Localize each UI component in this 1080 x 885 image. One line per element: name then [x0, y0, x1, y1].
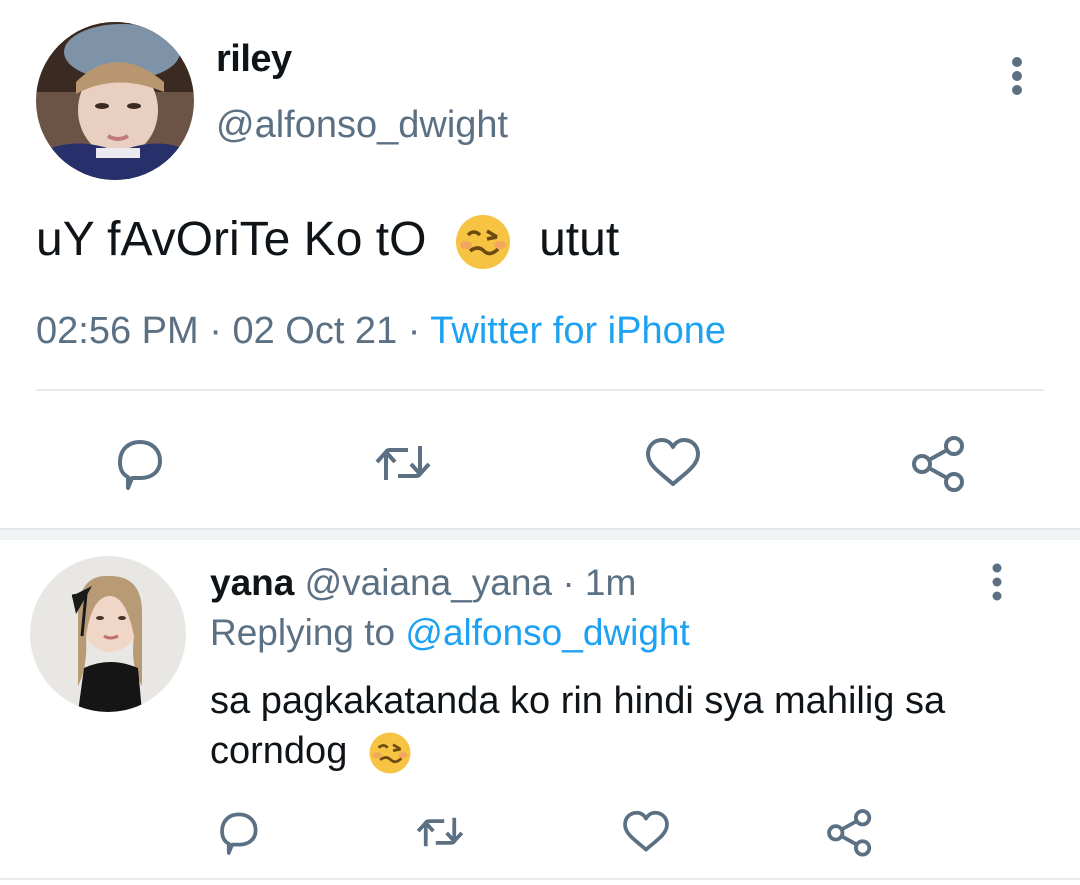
author-name[interactable]: riley [216, 38, 292, 81]
reply-icon[interactable] [108, 432, 170, 494]
meta-separator: · [562, 562, 575, 603]
tweet-text-end: utut [539, 213, 620, 266]
reply-header: yana @vaiana_yana · 1m [210, 562, 636, 604]
woozy-face-icon [454, 213, 512, 271]
retweet-icon[interactable] [372, 432, 434, 494]
more-options-icon[interactable] [1000, 56, 1034, 96]
avatar[interactable] [36, 22, 194, 180]
reply-timestamp: 1m [584, 562, 637, 603]
tweet-time: 02:56 PM [36, 310, 199, 352]
author-handle[interactable]: @alfonso_dwight [216, 104, 508, 147]
like-icon[interactable] [642, 432, 704, 494]
share-icon[interactable] [908, 432, 970, 494]
divider [0, 878, 1080, 880]
avatar[interactable] [30, 556, 186, 712]
replying-to-label: Replying to [210, 612, 396, 653]
divider [36, 389, 1044, 391]
reply-icon[interactable] [212, 806, 264, 858]
tweet-text: uY fAvOriTe Ko tO utut [36, 212, 619, 271]
meta-separator: · [209, 310, 222, 352]
more-options-icon[interactable] [982, 562, 1012, 602]
tweet-date: 02 Oct 21 [232, 310, 398, 352]
retweet-icon[interactable] [414, 806, 466, 858]
reply-author-handle[interactable]: @vaiana_yana [305, 562, 552, 603]
tweet-source-link[interactable]: Twitter for iPhone [430, 310, 726, 352]
meta-separator: · [407, 310, 421, 352]
reply-author-name[interactable]: yana [210, 562, 294, 603]
replying-to-handle[interactable]: @alfonso_dwight [405, 612, 689, 653]
tweet-metadata: 02:56 PM · 02 Oct 21 · Twitter for iPhon… [36, 310, 726, 353]
share-icon[interactable] [824, 806, 876, 858]
replying-to: Replying to @alfonso_dwight [210, 612, 690, 654]
section-separator [0, 528, 1080, 540]
woozy-face-icon [368, 731, 412, 775]
reply-text-body: sa pagkakatanda ko rin hindi sya mahilig… [210, 680, 946, 772]
like-icon[interactable] [620, 806, 672, 858]
tweet-text-start: uY fAvOriTe Ko tO [36, 213, 427, 266]
reply-text: sa pagkakatanda ko rin hindi sya mahilig… [210, 676, 1010, 776]
